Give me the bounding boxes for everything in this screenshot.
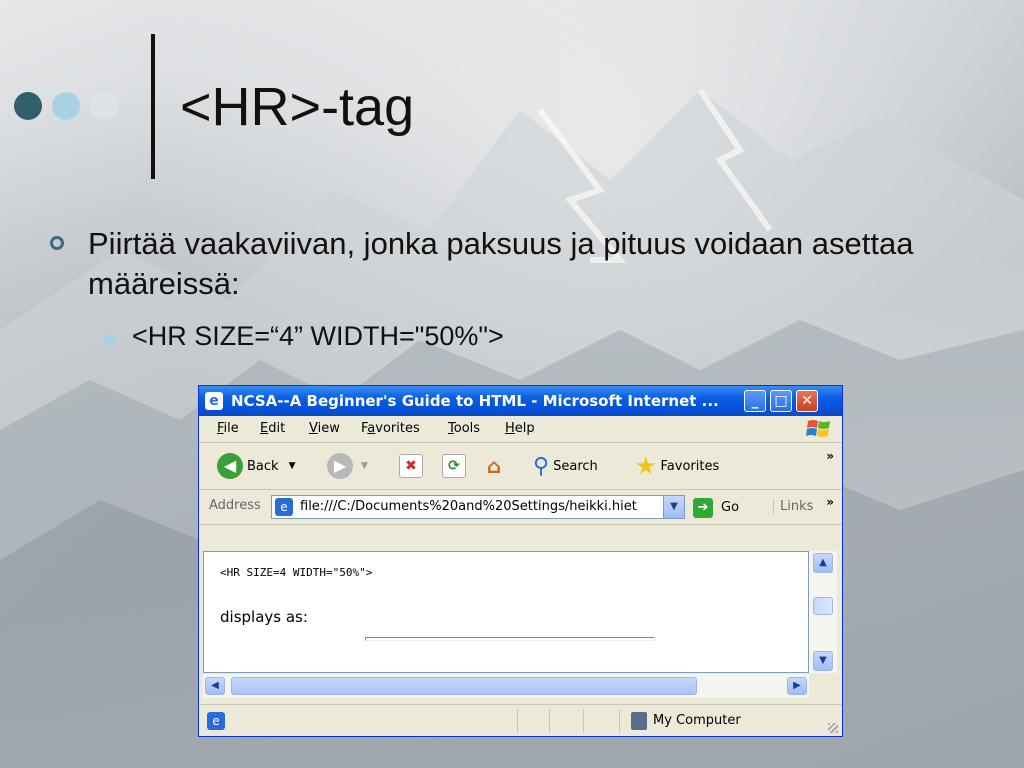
- status-divider: [517, 709, 518, 733]
- menu-edit[interactable]: Edit: [260, 421, 285, 436]
- search-label: Search: [553, 458, 598, 474]
- home-button[interactable]: ⌂: [483, 453, 505, 479]
- horizontal-scroll-thumb[interactable]: [231, 677, 697, 695]
- status-divider: [583, 709, 584, 733]
- stop-button[interactable]: ✖: [399, 453, 423, 479]
- ie-browser-window: e NCSA--A Beginner's Guide to HTML - Mic…: [198, 385, 843, 737]
- maximize-button[interactable]: □: [770, 390, 792, 412]
- decoration-dot-dark: [14, 92, 42, 120]
- horizontal-rule-demo: [365, 637, 655, 641]
- vertical-scrollbar[interactable]: ▲ ▼: [809, 551, 837, 673]
- stop-icon: ✖: [399, 454, 423, 478]
- computer-icon: [631, 712, 647, 730]
- refresh-icon: ⟳: [442, 454, 466, 478]
- address-dropdown-icon[interactable]: ▼: [663, 496, 684, 518]
- close-button[interactable]: ✕: [796, 390, 818, 412]
- forward-arrow-icon: ▶: [327, 453, 353, 479]
- scroll-up-icon[interactable]: ▲: [813, 553, 833, 573]
- status-page-icon: e: [207, 712, 225, 730]
- displays-as-text: displays as:: [220, 608, 308, 626]
- scroll-right-icon[interactable]: ▶: [787, 677, 807, 695]
- decoration-dot-light-blue: [52, 92, 80, 120]
- status-divider: [619, 709, 620, 733]
- back-arrow-icon: ◀: [217, 453, 243, 479]
- back-dropdown-icon[interactable]: ▼: [289, 461, 296, 471]
- address-value: file:///C:/Documents%20and%20Settings/he…: [300, 499, 637, 514]
- page-icon: e: [275, 498, 293, 516]
- status-bar: e My Computer: [199, 704, 842, 737]
- address-label: Address: [209, 498, 261, 513]
- title-decoration-dots: [14, 92, 118, 120]
- menu-view[interactable]: View: [309, 421, 340, 436]
- slide-title: <HR>-tag: [180, 77, 415, 137]
- back-button[interactable]: ◀ Back ▼: [217, 453, 295, 479]
- home-icon: ⌂: [486, 454, 502, 478]
- back-label: Back: [247, 458, 279, 474]
- page-content: <HR SIZE=4 WIDTH="50%"> displays as:: [203, 551, 809, 673]
- toolbar-overflow-icon[interactable]: »: [826, 449, 834, 463]
- go-button[interactable]: Go: [721, 500, 739, 515]
- bullet-level1: Piirtää vaakaviivan, jonka paksuus ja pi…: [88, 226, 914, 301]
- forward-dropdown-icon[interactable]: ▼: [361, 461, 368, 471]
- links-overflow-icon[interactable]: »: [826, 495, 834, 509]
- address-bar: Address e file:///C:/Documents%20and%20S…: [199, 490, 842, 525]
- menu-help[interactable]: Help: [505, 421, 535, 436]
- bullet-marker-level1: [50, 236, 64, 250]
- title-divider: [151, 34, 155, 179]
- bullet-marker-level2: [104, 334, 116, 346]
- window-titlebar[interactable]: e NCSA--A Beginner's Guide to HTML - Mic…: [199, 386, 842, 416]
- decoration-dot-pale: [90, 92, 118, 120]
- menu-favorites[interactable]: Favorites: [361, 421, 420, 436]
- minimize-button[interactable]: _: [744, 390, 766, 412]
- ie-icon: e: [205, 392, 223, 410]
- refresh-button[interactable]: ⟳: [442, 453, 466, 479]
- status-divider: [549, 709, 550, 733]
- menu-tools[interactable]: Tools: [448, 421, 480, 436]
- menu-bar: File Edit View Favorites Tools Help: [199, 416, 842, 443]
- resize-grip[interactable]: [828, 723, 838, 733]
- code-sample: <HR SIZE=4 WIDTH="50%">: [220, 566, 373, 579]
- search-icon: ⚲: [533, 453, 550, 479]
- address-input[interactable]: e file:///C:/Documents%20and%20Settings/…: [271, 495, 685, 519]
- windows-logo-icon: [806, 420, 830, 437]
- menu-file[interactable]: File: [217, 421, 239, 436]
- links-label[interactable]: Links: [773, 499, 813, 514]
- favorites-label: Favorites: [660, 458, 720, 474]
- security-zone-label: My Computer: [653, 713, 741, 728]
- scroll-left-icon[interactable]: ◀: [205, 677, 225, 695]
- forward-button[interactable]: ▶ ▼: [327, 453, 368, 479]
- vertical-scroll-thumb[interactable]: [813, 597, 833, 615]
- favorites-button[interactable]: ★ Favorites: [635, 452, 720, 480]
- go-arrow-icon[interactable]: ➔: [693, 498, 713, 518]
- horizontal-scrollbar[interactable]: ◀ ▶: [203, 674, 809, 698]
- window-title: NCSA--A Beginner's Guide to HTML - Micro…: [231, 392, 719, 410]
- search-button[interactable]: ⚲ Search: [533, 453, 598, 479]
- standard-toolbar: ◀ Back ▼ ▶ ▼ ✖ ⟳ ⌂ ⚲ Search ★ Favorites …: [199, 443, 842, 490]
- bullet-level2: <HR SIZE=“4” WIDTH="50%">: [132, 321, 504, 351]
- scroll-down-icon[interactable]: ▼: [813, 651, 833, 671]
- favorites-star-icon: ★: [635, 452, 657, 480]
